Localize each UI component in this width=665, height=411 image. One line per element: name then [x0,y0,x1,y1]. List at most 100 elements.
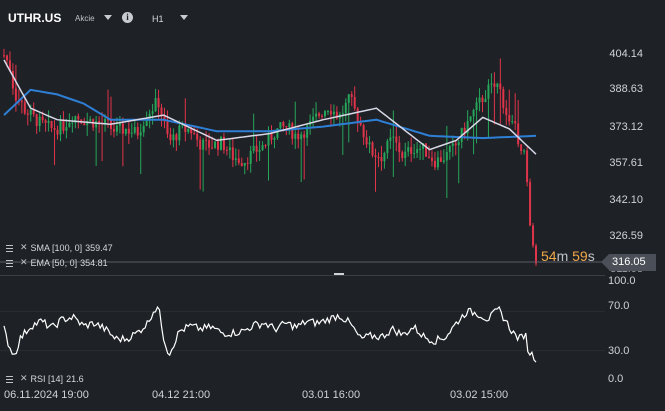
candle-body [264,145,267,147]
candle-body [365,137,368,145]
candle-body [445,152,448,161]
candle-body [178,125,181,141]
candle-body [430,157,433,161]
candle-body [124,128,127,134]
candle-body [323,111,326,117]
candle-body [261,145,264,150]
close-icon[interactable]: ✕ [20,257,28,268]
candle-body [41,116,44,121]
candle-body [347,94,350,103]
candle-body [532,225,535,246]
candle-body [371,142,374,156]
pane-separator[interactable] [0,275,605,276]
sma-legend[interactable]: ✕ SMA [100, 0] 359.47 [6,242,113,253]
candle-body [151,111,154,114]
candle-body [502,89,505,108]
rsi-tick: 0.0 [608,373,624,385]
candle-body [249,150,252,164]
candle-body [511,121,514,123]
candle-body [448,146,451,153]
candle-body [419,148,422,150]
candle-body [359,122,362,126]
price-tick: 342.10 [609,194,643,206]
candle-body [416,149,419,153]
candle-body [436,157,439,168]
rsi-tick: 100.0 [608,275,636,287]
candle-body [398,142,401,153]
rsi-tick: 30.0 [608,345,630,357]
candle-body [451,143,454,147]
candle-body [300,134,303,140]
price-chart[interactable] [0,0,665,411]
candle-body [118,123,121,126]
candle-body [294,133,297,139]
candle-body [246,162,249,164]
time-tick: 03.02 15:00 [450,389,509,401]
settings-icon[interactable] [6,259,17,267]
candle-body [356,108,359,123]
candle-body [219,136,222,150]
candle-body [115,125,118,132]
candle-body [121,123,124,134]
candle-body [514,121,517,124]
close-icon[interactable]: ✕ [20,373,28,384]
candle-body [433,160,436,168]
candle-body [386,140,389,153]
candle-body [14,88,17,101]
candle-body [493,83,496,87]
price-tick: 388.63 [609,83,643,95]
candle-body [5,55,8,61]
candle-body [469,116,472,121]
pane-resize-handle[interactable] [334,273,344,275]
current-price-tag: 316.05 [601,254,656,271]
candle-body [234,158,237,160]
candle-body [487,84,490,99]
candle-body [71,122,74,124]
price-tick: 404.14 [609,48,643,60]
candle-body [273,137,276,140]
candle-body [216,141,219,150]
candle-body [26,113,29,115]
candle-body [285,126,288,128]
candle-body [454,143,457,146]
candle-body [145,119,148,126]
settings-icon[interactable] [6,375,17,383]
candle-body [98,120,101,123]
candle-body [457,142,460,146]
candle-body [315,113,318,117]
candle-body [133,127,136,133]
candle-body [291,123,294,139]
price-grid [0,310,605,352]
candle-body [157,98,160,108]
candle-body [77,116,80,120]
candle-body [392,136,395,138]
candle-body [83,123,86,126]
candle-body [478,97,481,103]
candle-body [3,55,5,57]
candle-body [505,107,508,116]
time-tick: 04.12 21:00 [152,389,211,401]
close-icon[interactable]: ✕ [20,242,28,253]
time-tick: 06.11.2024 19:00 [4,389,89,401]
candle-body [214,141,217,148]
rsi-legend[interactable]: ✕ RSI [14] 21.6 [6,373,84,384]
ema-line [3,59,537,155]
candle-body [297,133,300,140]
candle-body [341,113,344,115]
candle-body [169,134,172,141]
candle-body [428,156,431,158]
candles [3,48,537,267]
candle-body [258,149,261,152]
candle-body [344,102,347,114]
candle-body [211,147,214,149]
price-tick: 326.59 [609,230,643,242]
candle-body [35,114,38,127]
settings-icon[interactable] [6,244,17,252]
candle-body [237,158,240,163]
candle-body [136,127,139,136]
ema-legend[interactable]: ✕ EMA [50, 0] 354.81 [6,257,108,268]
candle-body [401,152,404,159]
candle-body [166,121,169,135]
candle-body [282,122,285,127]
candle-body [127,128,130,134]
